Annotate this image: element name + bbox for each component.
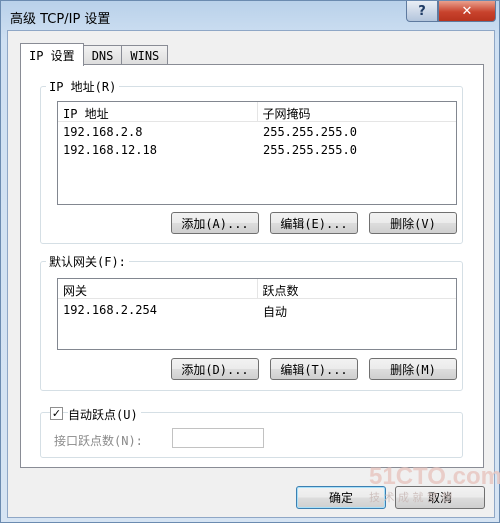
tab-panel: IP 地址(R) IP 地址 子网掩码 192.168.2.8 255.255.… xyxy=(20,64,484,468)
interface-metric-input[interactable] xyxy=(172,428,264,448)
ip-add-button[interactable]: 添加(A)... xyxy=(171,212,259,234)
gateway-delete-button[interactable]: 删除(M) xyxy=(369,358,457,380)
tab-dns[interactable]: DNS xyxy=(82,45,123,65)
interface-metric-label: 接口跃点数(N): xyxy=(54,434,143,448)
gateway-group-label: 默认网关(F): xyxy=(46,253,129,270)
mask-cell: 255.255.255.0 xyxy=(263,125,357,139)
window-title: 高级 TCP/IP 设置 xyxy=(10,12,111,27)
dialog-window: 高级 TCP/IP 设置 ? ✕ IP 设置 DNS WINS IP 地址(R)… xyxy=(0,0,500,523)
table-row[interactable]: 192.168.12.18 255.255.255.0 xyxy=(58,143,456,159)
mask-cell: 255.255.255.0 xyxy=(263,143,357,157)
ip-cell: 192.168.12.18 xyxy=(63,143,157,157)
ip-address-list[interactable]: IP 地址 子网掩码 192.168.2.8 255.255.255.0 192… xyxy=(57,101,457,205)
ip-delete-button[interactable]: 删除(V) xyxy=(369,212,457,234)
tab-strip: IP 设置 DNS WINS xyxy=(20,43,169,66)
table-row[interactable]: 192.168.2.254 自动 xyxy=(58,303,456,319)
column-gateway[interactable]: 网关 xyxy=(58,279,258,298)
help-button[interactable]: ? xyxy=(406,1,438,22)
column-subnet-mask[interactable]: 子网掩码 xyxy=(258,102,457,121)
close-icon: ✕ xyxy=(461,3,473,19)
gateway-edit-button[interactable]: 编辑(T)... xyxy=(270,358,358,380)
watermark-logo-text: 51CTO.com xyxy=(369,463,500,490)
ip-edit-button[interactable]: 编辑(E)... xyxy=(270,212,358,234)
tab-ip-settings[interactable]: IP 设置 xyxy=(20,43,84,66)
metric-cell: 自动 xyxy=(263,305,288,319)
ip-address-group-label: IP 地址(R) xyxy=(46,78,120,95)
auto-metric-checkbox[interactable]: ✓ xyxy=(50,407,63,420)
watermark-logo: 51CTO.com 技 术 成 就 梦 想 xyxy=(369,463,500,505)
table-row[interactable]: 192.168.2.8 255.255.255.0 xyxy=(58,125,456,141)
gateway-list[interactable]: 网关 跃点数 192.168.2.254 自动 xyxy=(57,278,457,350)
gateway-list-header: 网关 跃点数 xyxy=(58,279,456,299)
ip-cell: 192.168.2.8 xyxy=(63,125,143,139)
gateway-add-button[interactable]: 添加(D)... xyxy=(171,358,259,380)
column-metric[interactable]: 跃点数 xyxy=(258,279,457,298)
column-ip-address[interactable]: IP 地址 xyxy=(58,102,258,121)
ip-list-header: IP 地址 子网掩码 xyxy=(58,102,456,122)
checkmark-icon: ✓ xyxy=(51,407,62,420)
tab-wins[interactable]: WINS xyxy=(121,45,169,65)
auto-metric-label[interactable]: 自动跃点(U) xyxy=(68,406,141,423)
close-button[interactable]: ✕ xyxy=(438,1,496,22)
watermark-slogan: 技 术 成 就 梦 想 xyxy=(369,491,453,504)
dialog-client: IP 设置 DNS WINS IP 地址(R) IP 地址 子网掩码 192.1… xyxy=(7,30,495,518)
gateway-cell: 192.168.2.254 xyxy=(63,303,157,317)
